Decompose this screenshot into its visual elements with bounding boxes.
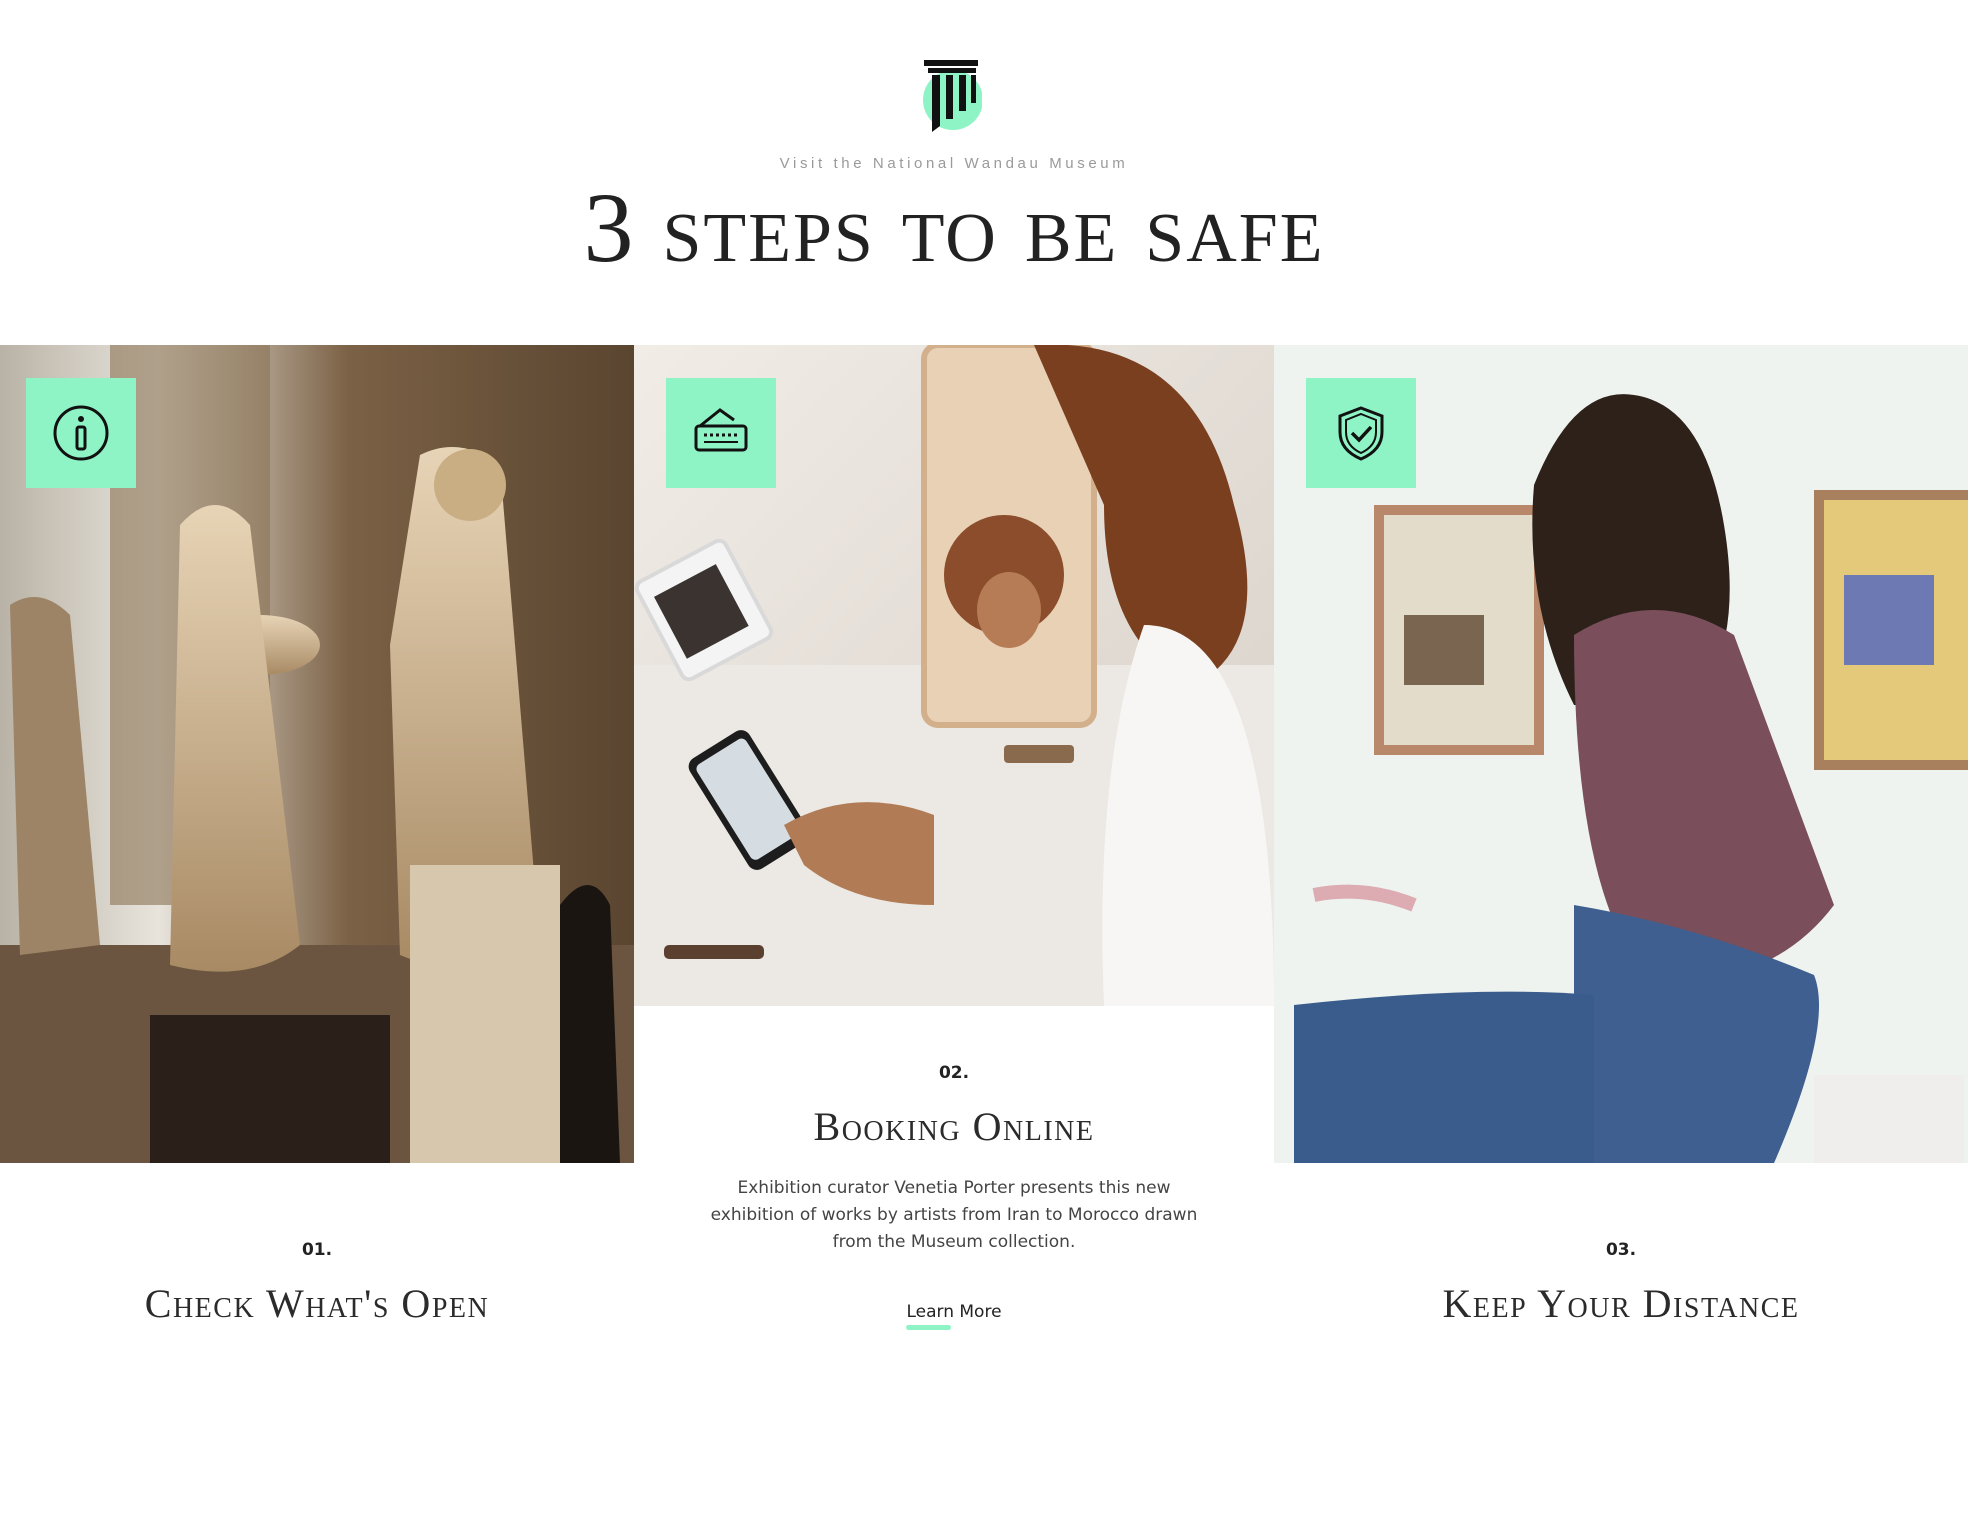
step-title: Booking Online bbox=[813, 1104, 1095, 1149]
step-card-3: 03. Keep Your Distance bbox=[1274, 345, 1968, 1525]
learn-more-label: Learn More bbox=[906, 1302, 1002, 1322]
shield-check-icon bbox=[1306, 378, 1416, 488]
step-number: 01. bbox=[301, 1240, 333, 1260]
step-card-1: 01. Check What's Open bbox=[0, 345, 634, 1525]
learn-more-wrapper: Learn More bbox=[634, 1302, 1274, 1330]
info-icon bbox=[26, 378, 136, 488]
step-title: Keep Your Distance bbox=[1442, 1281, 1800, 1326]
step-description: Exhibition curator Venetia Porter presen… bbox=[710, 1178, 1198, 1252]
page-header: Visit the National Wandau Museum 3 steps… bbox=[0, 0, 1968, 345]
learn-more-link[interactable]: Learn More bbox=[906, 1302, 1002, 1330]
page-title: 3 steps to be safe bbox=[583, 172, 1325, 283]
ticket-icon bbox=[666, 378, 776, 488]
step-number: 03. bbox=[1605, 1240, 1637, 1260]
link-underline bbox=[906, 1325, 952, 1330]
step-number: 02. bbox=[938, 1063, 970, 1083]
step-card-2: 02. Booking Online Exhibition curator Ve… bbox=[634, 345, 1274, 1525]
museum-column-icon[interactable] bbox=[920, 56, 983, 136]
step-title: Check What's Open bbox=[144, 1281, 490, 1326]
